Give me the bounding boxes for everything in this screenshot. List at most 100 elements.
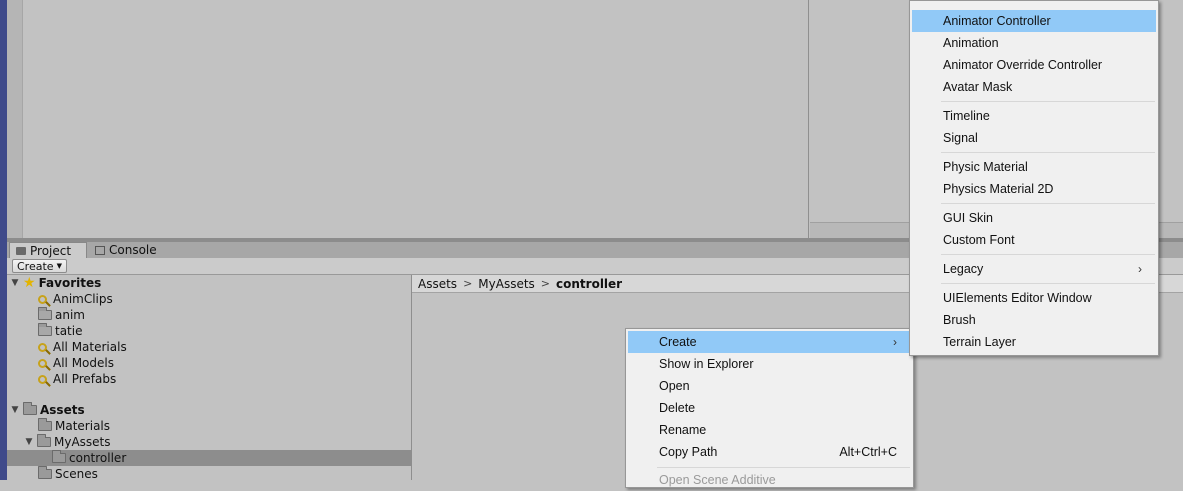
folder-icon: [16, 246, 26, 255]
tab-console-label: Console: [109, 243, 157, 257]
search-icon: [38, 342, 47, 352]
tree-item-favorite[interactable]: All Models: [38, 355, 114, 371]
menu-item-label: Avatar Mask: [943, 80, 1013, 94]
tab-project[interactable]: Project: [9, 242, 87, 258]
window-edge: [0, 0, 7, 480]
console-icon: [95, 245, 105, 255]
menu-separator: [657, 467, 910, 468]
menu-item-label: GUI Skin: [943, 211, 994, 225]
tree-item-materials[interactable]: Materials: [38, 418, 110, 434]
expand-triangle-icon[interactable]: ▼: [10, 405, 20, 415]
tree-label: All Prefabs: [53, 372, 117, 386]
menu-item-show-in-explorer[interactable]: Show in Explorer: [628, 353, 911, 375]
menu-item-label: Animation: [943, 36, 999, 50]
submenu-item-physic-material[interactable]: Physic Material: [912, 156, 1156, 178]
menu-separator: [941, 283, 1155, 284]
submenu-item-custom-font[interactable]: Custom Font: [912, 229, 1156, 251]
breadcrumb-item[interactable]: Assets: [418, 277, 457, 291]
menu-item-shortcut: Alt+Ctrl+C: [839, 445, 897, 459]
star-icon: ★: [23, 275, 36, 291]
create-button-label: Create: [17, 259, 54, 273]
search-icon: [38, 294, 47, 304]
submenu-item-animator-controller[interactable]: Animator Controller: [912, 10, 1156, 32]
search-icon: [38, 358, 47, 368]
chevron-right-icon: ›: [893, 335, 897, 349]
tree-item-favorite[interactable]: All Materials: [38, 339, 127, 355]
tree-item-favorite[interactable]: anim: [38, 307, 85, 323]
scene-view-panel[interactable]: [7, 0, 809, 238]
menu-item-delete[interactable]: Delete: [628, 397, 911, 419]
menu-item-label: UIElements Editor Window: [943, 291, 1092, 305]
project-tree-panel: ▼ ★ Favorites AnimClips anim tatie All M…: [7, 275, 412, 481]
expand-triangle-icon[interactable]: ▼: [24, 437, 34, 447]
menu-item-copy-path[interactable]: Copy Path Alt+Ctrl+C: [628, 441, 911, 463]
chevron-right-icon: >: [463, 277, 473, 290]
search-icon: [38, 374, 47, 384]
create-dropdown-button[interactable]: Create ▼: [12, 259, 67, 273]
submenu-item-brush[interactable]: Brush: [912, 309, 1156, 331]
folder-icon: [38, 466, 52, 479]
folder-icon: [52, 450, 66, 463]
folder-icon: [23, 402, 37, 415]
submenu-item-avatar-mask[interactable]: Avatar Mask: [912, 76, 1156, 98]
tree-item-favorites[interactable]: ▼ ★ Favorites: [10, 275, 102, 291]
tree-label: anim: [55, 308, 85, 322]
context-menu: Create › Show in Explorer Open Delete Re…: [625, 328, 914, 488]
submenu-item-animation[interactable]: Animation: [912, 32, 1156, 54]
tree-label: All Models: [53, 356, 114, 370]
submenu-item-animator-override-controller[interactable]: Animator Override Controller: [912, 54, 1156, 76]
menu-separator: [941, 254, 1155, 255]
chevron-down-icon: ▼: [56, 261, 62, 270]
menu-item-open-scene-additive: Open Scene Additive: [628, 469, 911, 491]
submenu-item-legacy[interactable]: Legacy ›: [912, 258, 1156, 280]
menu-item-label: Brush: [943, 313, 976, 327]
submenu-item-gui-skin[interactable]: GUI Skin: [912, 207, 1156, 229]
menu-item-label: Rename: [659, 423, 707, 437]
tree-item-assets[interactable]: ▼ Assets: [10, 402, 85, 418]
tree-label: AnimClips: [53, 292, 113, 306]
menu-item-label: Signal: [943, 131, 978, 145]
breadcrumb-item[interactable]: MyAssets: [478, 277, 535, 291]
menu-item-label: Custom Font: [943, 233, 1015, 247]
menu-item-label: Open Scene Additive: [659, 473, 776, 487]
menu-item-label: Show in Explorer: [659, 357, 754, 371]
tree-label: controller: [69, 451, 127, 465]
tab-console[interactable]: Console: [89, 242, 169, 258]
tree-item-favorite[interactable]: All Prefabs: [38, 371, 116, 387]
menu-item-label: Animator Override Controller: [943, 58, 1103, 72]
menu-item-create[interactable]: Create ›: [628, 331, 911, 353]
folder-icon: [38, 307, 52, 320]
submenu-item-uielements-editor-window[interactable]: UIElements Editor Window: [912, 287, 1156, 309]
tree-label: Scenes: [55, 467, 98, 481]
folder-icon: [38, 323, 52, 336]
menu-item-label: Delete: [659, 401, 696, 415]
submenu-item-timeline[interactable]: Timeline: [912, 105, 1156, 127]
breadcrumb-current[interactable]: controller: [556, 277, 622, 291]
folder-icon: [37, 434, 51, 447]
menu-item-open[interactable]: Open: [628, 375, 911, 397]
submenu-item-terrain-layer[interactable]: Terrain Layer: [912, 331, 1156, 353]
menu-item-rename[interactable]: Rename: [628, 419, 911, 441]
expand-triangle-icon[interactable]: ▼: [10, 278, 20, 288]
folder-icon: [38, 418, 52, 431]
create-submenu: Animator Controller Animation Animator O…: [909, 0, 1159, 356]
submenu-item-physics-material-2d[interactable]: Physics Material 2D: [912, 178, 1156, 200]
menu-item-label: Timeline: [943, 109, 990, 123]
chevron-right-icon: ›: [1138, 262, 1142, 276]
menu-item-label: Terrain Layer: [943, 335, 1016, 349]
menu-item-label: Copy Path: [659, 445, 718, 459]
menu-separator: [941, 152, 1155, 153]
submenu-item-signal[interactable]: Signal: [912, 127, 1156, 149]
menu-item-label: Animator Controller: [943, 14, 1051, 28]
tree-item-favorite[interactable]: tatie: [38, 323, 82, 339]
tree-item-myassets[interactable]: ▼ MyAssets: [24, 434, 111, 450]
tree-item-controller[interactable]: controller: [52, 450, 126, 466]
tab-project-label: Project: [30, 243, 72, 258]
chevron-right-icon: >: [540, 277, 551, 290]
tree-label-favorites: Favorites: [38, 276, 102, 290]
menu-item-label: Create: [659, 335, 697, 349]
tree-label: tatie: [55, 324, 83, 338]
tree-label-assets: Assets: [40, 403, 85, 417]
tree-item-favorite[interactable]: AnimClips: [38, 291, 113, 307]
scene-side-scrollbar[interactable]: [7, 0, 23, 238]
